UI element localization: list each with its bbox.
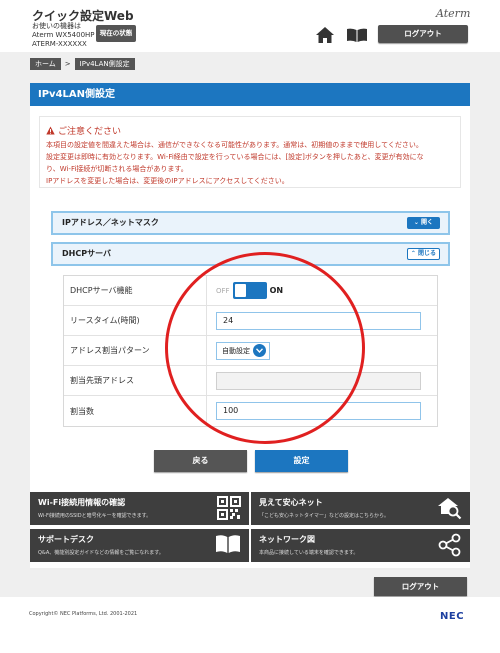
start-address-label: 割当先頭アドレス xyxy=(64,366,207,395)
table-row: 割当数 100 xyxy=(64,396,437,426)
toggle-on-label: ON xyxy=(269,286,284,295)
start-address-input xyxy=(216,371,421,390)
lease-time-label: リースタイム(時間) xyxy=(64,306,207,335)
breadcrumb-separator: > xyxy=(64,60,71,68)
chevron-down-icon: ⌄ xyxy=(413,219,422,226)
warning-title: ご注意ください xyxy=(46,124,121,137)
allocation-count-label: 割当数 xyxy=(64,396,207,426)
collapse-button[interactable]: ⌃ 閉じる xyxy=(407,248,440,260)
table-row: リースタイム(時間) 24 xyxy=(64,306,437,336)
header: クイック設定Web お使いの機器は Aterm WX5400HP ATERM-X… xyxy=(0,0,500,52)
expand-button-label: 開く xyxy=(421,219,434,226)
tile-safe-net[interactable]: 見えて安心ネット 「こども安心ネットタイマー」などの設定はこちらから。 xyxy=(251,492,470,525)
qr-code-icon xyxy=(217,496,241,520)
house-search-icon xyxy=(438,498,462,520)
tile-desc: 本商品に接続している端末を確認できます。 xyxy=(259,550,359,556)
breadcrumb: ホーム > IPv4LAN側設定 xyxy=(30,58,135,70)
warning-line: 設定変更は即時に有効となります。Wi-Fi経由で設定を行っている場合には、[設定… xyxy=(46,153,424,161)
chevron-up-icon: ⌃ xyxy=(410,250,419,257)
table-row: アドレス割当パターン 自動設定 xyxy=(64,336,437,366)
section-dhcp-label: DHCPサーバ xyxy=(62,249,111,258)
tile-network-map[interactable]: ネットワーク図 本商品に接続している端末を確認できます。 xyxy=(251,529,470,562)
section-dhcp[interactable]: DHCPサーバ ⌃ 閉じる xyxy=(51,242,450,266)
tile-support-desk[interactable]: サポートデスク Q&A、機能別設定ガイドなどの情報をご覧になれます。 xyxy=(30,529,249,562)
tile-title: Wi-Fi接続用情報の確認 xyxy=(38,498,126,507)
warning-box: ご注意ください 本項目の設定値を間違えた場合は、通信ができなくなる可能性がありま… xyxy=(39,116,461,188)
toggle-off-label: OFF xyxy=(216,286,230,295)
warning-line: IPアドレスを変更した場合は、変更後のIPアドレスにアクセスしてください。 xyxy=(46,177,289,185)
device-model: Aterm WX5400HP xyxy=(32,31,95,39)
allocation-pattern-label: アドレス割当パターン xyxy=(64,336,207,365)
home-icon[interactable] xyxy=(315,26,335,44)
logout-button-bottom[interactable]: ログアウト xyxy=(374,577,467,596)
device-name: ATERM-XXXXXX xyxy=(32,40,87,48)
status-button[interactable]: 現在の状態 xyxy=(96,25,136,42)
dhcp-function-label: DHCPサーバ機能 xyxy=(64,276,207,305)
table-row: 割当先頭アドレス xyxy=(64,366,437,396)
book-icon[interactable] xyxy=(346,28,368,43)
save-button[interactable]: 設定 xyxy=(255,450,348,472)
logout-button[interactable]: ログアウト xyxy=(378,25,468,43)
back-button[interactable]: 戻る xyxy=(154,450,247,472)
toggle-knob xyxy=(234,284,246,297)
chevron-down-icon xyxy=(253,344,266,357)
section-ip-netmask-label: IPアドレス／ネットマスク xyxy=(62,218,159,227)
dhcp-settings-table: DHCPサーバ機能 OFF ON リースタイム(時間) 24 アドレス割当パター… xyxy=(63,275,438,427)
warning-line: 本項目の設定値を間違えた場合は、通信ができなくなる可能性があります。通常は、初期… xyxy=(46,141,423,149)
tile-title: サポートデスク xyxy=(38,535,94,544)
nec-logo: NEC xyxy=(440,611,465,622)
breadcrumb-current: IPv4LAN側設定 xyxy=(74,58,135,70)
allocation-pattern-value: 自動設定 xyxy=(222,346,250,355)
aterm-logo: Aterm xyxy=(436,7,471,20)
tile-desc: Wi-Fi接続用のSSIDと暗号化キーを確認できます。 xyxy=(38,513,152,519)
allocation-count-input[interactable]: 100 xyxy=(216,402,421,420)
tile-wifi-info[interactable]: Wi-Fi接続用情報の確認 Wi-Fi接続用のSSIDと暗号化キーを確認できます… xyxy=(30,492,249,525)
toggle-switch[interactable] xyxy=(232,282,267,299)
tile-desc: Q&A、機能別設定ガイドなどの情報をご覧になれます。 xyxy=(38,550,164,556)
share-network-icon xyxy=(438,533,461,557)
device-info: お使いの機器は Aterm WX5400HP ATERM-XXXXXX xyxy=(32,22,95,49)
section-ip-netmask[interactable]: IPアドレス／ネットマスク ⌄ 開く xyxy=(51,211,450,235)
warning-icon xyxy=(46,126,55,135)
copyright: Copyright© NEC Platforms, Ltd. 2001-2021 xyxy=(29,611,138,617)
allocation-pattern-select[interactable]: 自動設定 xyxy=(216,341,270,360)
warning-line: り、Wi-Fi接続が切断される場合があります。 xyxy=(46,165,188,173)
tile-title: ネットワーク図 xyxy=(259,535,315,544)
warning-text: 本項目の設定値を間違えた場合は、通信ができなくなる可能性があります。通常は、初期… xyxy=(46,139,458,187)
device-info-line: お使いの機器は xyxy=(32,22,81,30)
dhcp-function-toggle[interactable]: OFF ON xyxy=(216,282,283,299)
collapse-button-label: 閉じる xyxy=(418,250,437,257)
expand-button[interactable]: ⌄ 開く xyxy=(407,217,440,229)
content-area: ホーム > IPv4LAN側設定 IPv4LAN側設定 ご注意ください 本項目の… xyxy=(0,52,500,597)
table-row: DHCPサーバ機能 OFF ON xyxy=(64,276,437,306)
breadcrumb-home[interactable]: ホーム xyxy=(30,58,61,70)
tile-desc: 「こども安心ネットタイマー」などの設定はこちらから。 xyxy=(259,513,390,519)
tile-title: 見えて安心ネット xyxy=(259,498,323,507)
footer: Copyright© NEC Platforms, Ltd. 2001-2021… xyxy=(0,597,500,653)
page-title: IPv4LAN側設定 xyxy=(30,83,470,106)
lease-time-input[interactable]: 24 xyxy=(216,311,421,330)
warning-title-text: ご注意ください xyxy=(58,127,122,137)
book-open-icon xyxy=(216,535,240,553)
